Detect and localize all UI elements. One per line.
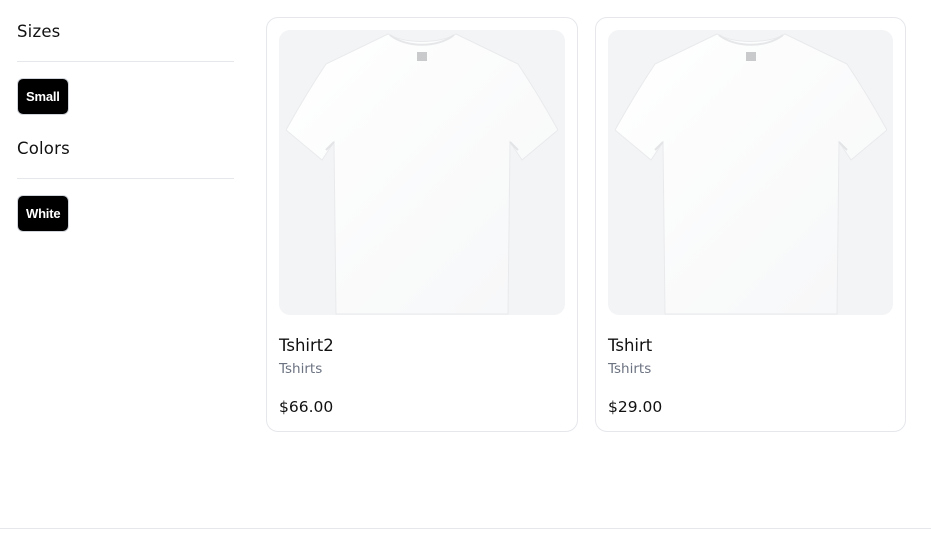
product-price: $29.00 — [608, 398, 663, 416]
tshirt-image-icon — [286, 33, 558, 315]
size-options: Small — [17, 78, 234, 115]
tshirt-image-icon — [614, 33, 887, 315]
product-card[interactable]: Tshirt Tshirts $29.00 — [595, 17, 906, 432]
product-price: $66.00 — [279, 398, 334, 416]
product-card[interactable]: Tshirt2 Tshirts $66.00 — [266, 17, 578, 432]
filter-sidebar: Sizes Small Colors White — [17, 20, 234, 232]
product-image[interactable] — [279, 30, 565, 315]
product-name[interactable]: Tshirt — [608, 335, 893, 357]
filter-group-colors: Colors White — [17, 137, 234, 232]
size-option-small[interactable]: Small — [17, 78, 69, 115]
filter-title-colors: Colors — [17, 139, 70, 158]
product-listing-page: Sizes Small Colors White Tshirt2 Tshirts… — [0, 0, 931, 554]
product-image[interactable] — [608, 30, 893, 315]
color-options: White — [17, 195, 234, 232]
product-grid: Tshirt2 Tshirts $66.00 Tshirt Tshirts $2… — [266, 17, 906, 432]
divider — [17, 61, 234, 62]
product-category: Tshirts — [608, 361, 652, 377]
filter-group-sizes: Sizes Small — [17, 20, 234, 115]
footer-divider — [0, 528, 931, 529]
product-name[interactable]: Tshirt2 — [279, 335, 565, 357]
divider — [17, 178, 234, 179]
filter-title-sizes: Sizes — [17, 22, 61, 41]
color-option-white[interactable]: White — [17, 195, 70, 232]
product-category: Tshirts — [279, 361, 323, 377]
